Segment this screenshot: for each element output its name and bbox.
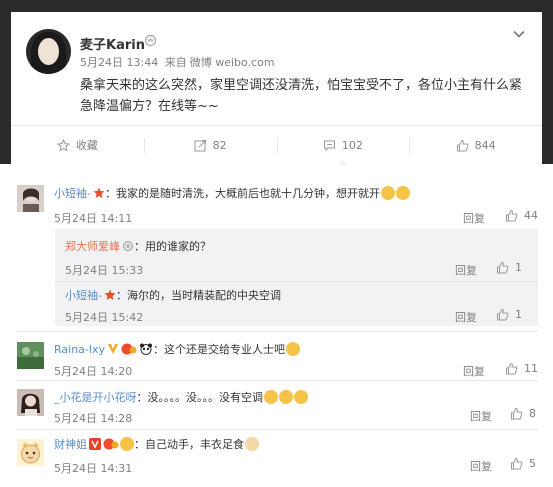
smile-emoji-icon bbox=[120, 437, 134, 451]
comment-text: ：没。。。。没。。。没有空调 bbox=[136, 391, 264, 404]
comment-avatar[interactable] bbox=[17, 389, 44, 416]
reply-time: 5月24日 15:33 bbox=[65, 264, 144, 277]
favorite-label: 收藏 bbox=[75, 139, 98, 152]
comment-time: 5月24日 14:31 bbox=[54, 462, 133, 475]
post-card: 麦子Karin 5月24日 13:44 来自 微博 weibo.com 桑拿天来的… bbox=[11, 12, 542, 165]
verified-v-icon bbox=[107, 343, 119, 355]
reply-button[interactable]: 回复 bbox=[455, 309, 477, 325]
reply-user[interactable]: 郑大师爱峰 bbox=[65, 240, 120, 253]
post-time[interactable]: 5月24日 13:44 bbox=[80, 56, 158, 69]
post-source-prefix: 来自 bbox=[164, 56, 187, 69]
star-badge-icon bbox=[93, 187, 105, 199]
reply-thread: 郑大师爱峰 ：用的谁家的？ 5月24日 15:33 回复 1 小短袖- ：海尔的，当… bbox=[55, 229, 538, 326]
comment-divider bbox=[17, 429, 538, 430]
weibo-screenshot: 麦子Karin 5月24日 13:44 来自 微博 weibo.com 桑拿天来的… bbox=[0, 0, 553, 487]
repost-button[interactable]: 82 bbox=[143, 126, 277, 164]
vip-badge-icon bbox=[121, 343, 137, 355]
post-action-bar: 收藏 82 102 844 bbox=[11, 125, 542, 165]
laughing-emoji-icon bbox=[395, 186, 410, 200]
post-source[interactable]: 微博 weibo.com bbox=[190, 56, 275, 69]
reply-text: ：海尔的，当时精装配的中央空调 bbox=[115, 289, 281, 302]
crying-emoji-icon bbox=[264, 390, 278, 404]
comment-like-count: 8 bbox=[529, 407, 536, 420]
comment-text-line: 小短袖- ：我家的是随时清洗，大概前后也就十几分钟，想开就开 bbox=[54, 185, 410, 201]
thumbs-up-icon bbox=[497, 308, 509, 321]
reply-divider bbox=[55, 281, 538, 282]
reply-like-count: 1 bbox=[515, 261, 522, 274]
comment-text: ：我家的是随时清洗，大概前后也就十几分钟，想开就开 bbox=[104, 187, 380, 200]
verified-v-icon bbox=[89, 438, 101, 450]
post-avatar[interactable] bbox=[26, 29, 71, 74]
comment-avatar[interactable] bbox=[17, 439, 44, 466]
comment-divider bbox=[17, 331, 538, 332]
post-user-name[interactable]: 麦子Karin bbox=[80, 34, 145, 53]
thumbs-up-icon bbox=[511, 407, 523, 420]
thumbs-up-icon bbox=[497, 261, 509, 274]
reply-like-button[interactable]: 1 bbox=[496, 261, 522, 274]
comment-text-line: Raina-lxy ：这个还是交给专业人士吧 bbox=[54, 341, 300, 357]
reply-button[interactable]: 回复 bbox=[463, 363, 485, 379]
panda-icon bbox=[139, 343, 153, 355]
comment-text-line: _小花是开小花呀：没。。。。没。。。没有空调 bbox=[54, 389, 308, 405]
like-button[interactable]: 844 bbox=[409, 126, 542, 164]
like-count: 844 bbox=[474, 138, 496, 152]
repost-count: 82 bbox=[212, 138, 227, 152]
reply-button[interactable]: 回复 bbox=[470, 458, 492, 474]
comment-like-button[interactable]: 44 bbox=[505, 209, 538, 222]
reply-button[interactable]: 回复 bbox=[470, 408, 492, 424]
reply-button[interactable]: 回复 bbox=[463, 210, 485, 226]
crown-icon bbox=[144, 34, 157, 47]
comment-like-count: 44 bbox=[524, 209, 538, 222]
favorite-button[interactable]: 收藏 bbox=[11, 126, 144, 164]
cat-emoji-icon bbox=[245, 437, 259, 451]
star-badge-icon bbox=[104, 289, 116, 301]
comment-like-button[interactable]: 11 bbox=[505, 362, 538, 375]
reply-time: 5月24日 15:42 bbox=[65, 311, 144, 324]
thumbs-up-icon bbox=[506, 362, 518, 375]
comment-icon bbox=[323, 140, 335, 151]
reply-user[interactable]: 小短袖- bbox=[65, 289, 102, 302]
thumbs-up-icon bbox=[456, 139, 468, 151]
reply-button[interactable]: 回复 bbox=[455, 262, 477, 278]
thumbs-up-icon bbox=[506, 209, 518, 222]
reply-like-count: 1 bbox=[515, 308, 522, 321]
comment-button[interactable]: 102 bbox=[276, 126, 410, 165]
chevron-down-icon[interactable] bbox=[512, 26, 526, 40]
medal-badge-icon bbox=[122, 240, 134, 252]
thumbs-up-icon bbox=[511, 457, 523, 470]
reply-text-line: 郑大师爱峰 ：用的谁家的？ bbox=[65, 238, 211, 254]
crying-emoji-icon bbox=[294, 390, 308, 404]
post-meta: 5月24日 13:44 来自 微博 weibo.com bbox=[80, 54, 278, 70]
comment-time: 5月24日 14:11 bbox=[54, 212, 133, 225]
comment-like-count: 5 bbox=[529, 457, 536, 470]
comment-avatar[interactable] bbox=[17, 185, 44, 212]
repost-icon bbox=[194, 139, 206, 151]
comment-user[interactable]: _小花是开小花呀 bbox=[54, 391, 137, 404]
comment-avatar[interactable] bbox=[17, 342, 44, 369]
comment-time: 5月24日 14:28 bbox=[54, 412, 133, 425]
comment-time: 5月24日 14:20 bbox=[54, 365, 133, 378]
comment-text: ：这个还是交给专业人士吧 bbox=[152, 343, 285, 356]
vip-badge-icon bbox=[103, 438, 119, 450]
comment-count: 102 bbox=[341, 138, 363, 152]
star-icon bbox=[56, 138, 70, 152]
comment-text: ：自己动手，丰衣足食 bbox=[134, 438, 244, 451]
reply-text-line: 小短袖- ：海尔的，当时精装配的中央空调 bbox=[65, 287, 281, 303]
comment-like-button[interactable]: 5 bbox=[510, 457, 536, 470]
reply-text: ：用的谁家的？ bbox=[134, 240, 211, 253]
post-text: 桑拿天来的这么突然，家里空调还没清洗，怕宝宝受不了，各位小主有什么紧急降温偏方？… bbox=[80, 78, 523, 114]
comment-text-line: 财神姐 ：自己动手，丰衣足食 bbox=[54, 436, 259, 452]
comment-user[interactable]: Raina-lxy bbox=[54, 343, 105, 356]
comment-user[interactable]: 财神姐 bbox=[54, 438, 87, 451]
comment-like-button[interactable]: 8 bbox=[510, 407, 536, 420]
reply-like-button[interactable]: 1 bbox=[496, 308, 522, 321]
crying-emoji-icon bbox=[279, 390, 293, 404]
comment-user[interactable]: 小短袖- bbox=[54, 187, 91, 200]
laughing-emoji-icon bbox=[285, 342, 300, 356]
laughing-emoji-icon bbox=[380, 186, 395, 200]
comment-divider bbox=[17, 380, 538, 381]
comment-like-count: 11 bbox=[524, 362, 538, 375]
